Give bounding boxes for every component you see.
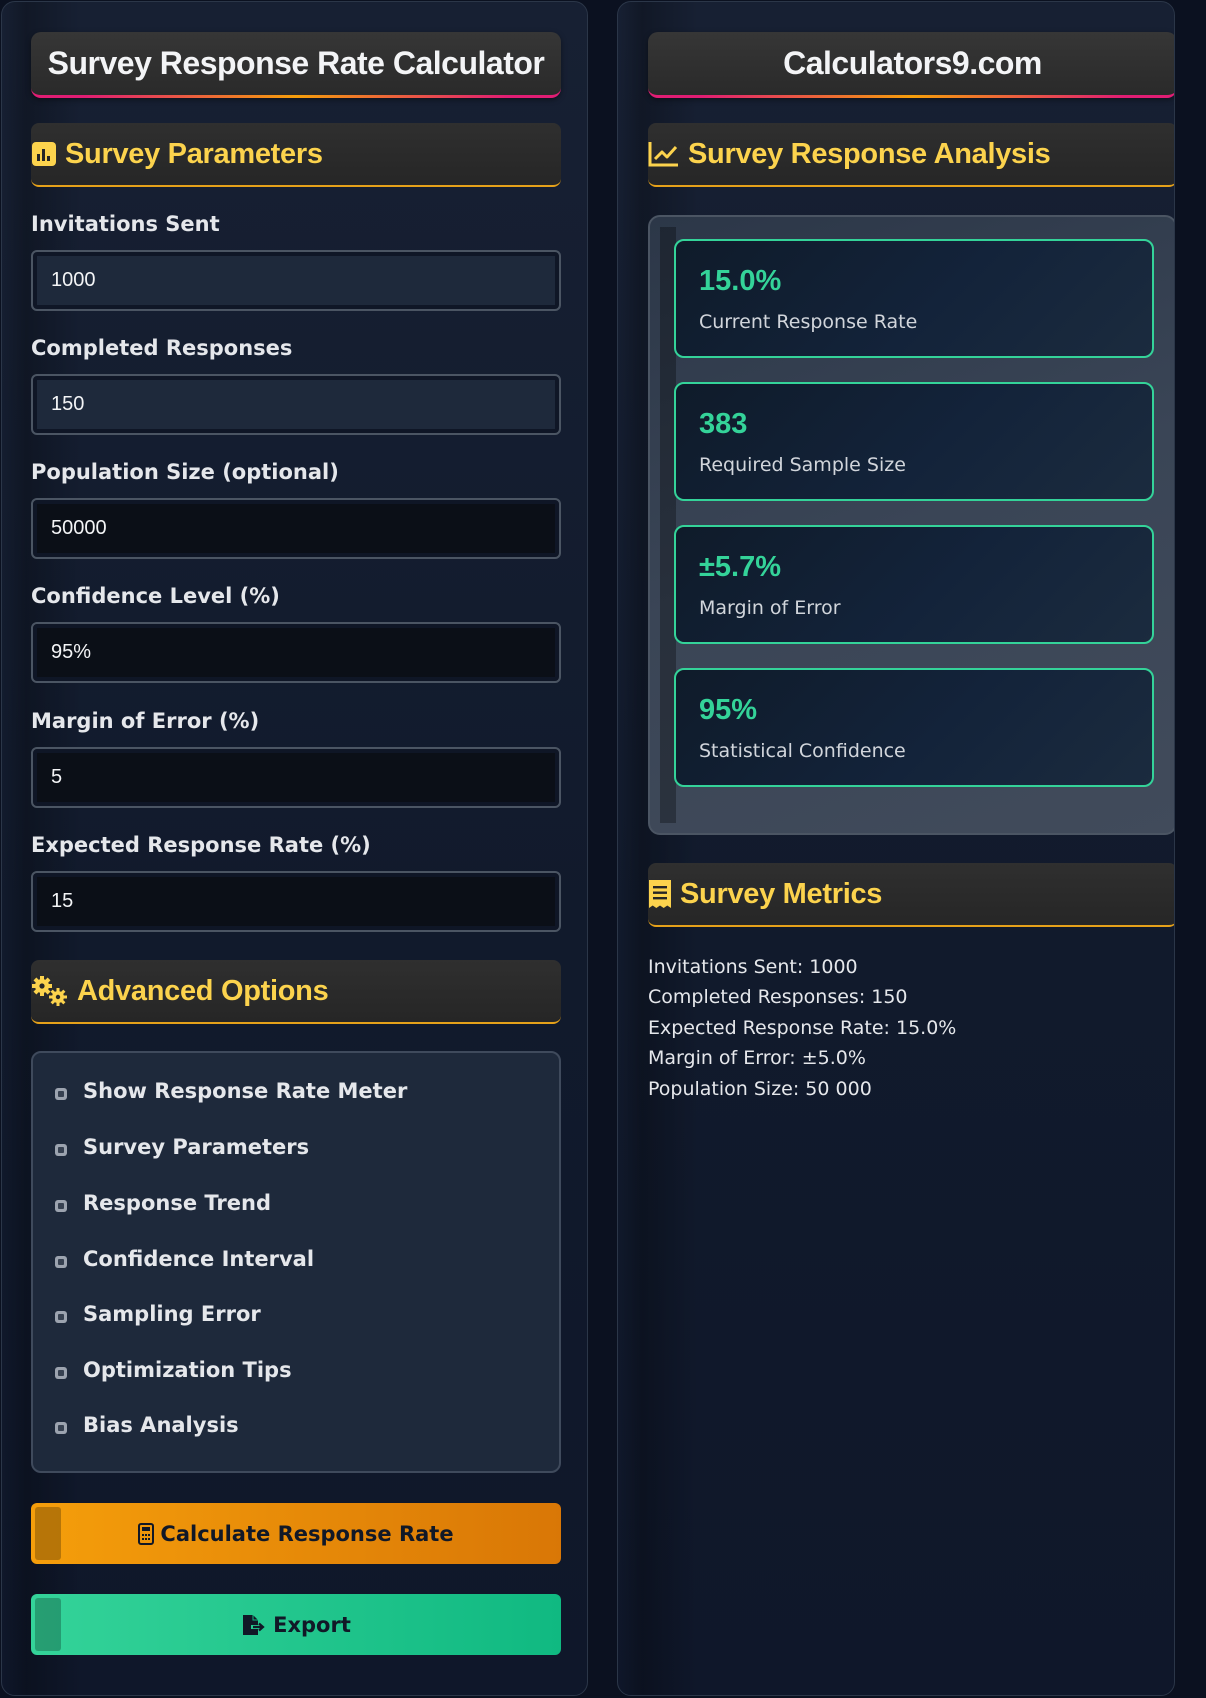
option-bias-analysis[interactable]: Bias Analysis bbox=[55, 1413, 239, 1437]
invitations-sent-label: Invitations Sent bbox=[31, 212, 220, 236]
metric-invitations-sent: Invitations Sent: 1000 bbox=[648, 956, 858, 978]
current-response-rate-caption: Current Response Rate bbox=[699, 311, 918, 333]
export-button[interactable]: Export bbox=[31, 1594, 561, 1655]
export-button-label: Export bbox=[273, 1612, 351, 1637]
invitations-sent-input[interactable]: 1000 bbox=[31, 250, 561, 311]
required-sample-size-value: 383 bbox=[699, 408, 748, 440]
survey-metrics-heading: Survey Metrics bbox=[648, 863, 1174, 927]
survey-metrics-list: Invitations Sent: 1000 Completed Respons… bbox=[648, 952, 956, 1104]
gears-icon bbox=[31, 975, 69, 1007]
calculate-button[interactable]: Calculate Response Rate bbox=[31, 1503, 561, 1564]
checkbox[interactable] bbox=[55, 1256, 67, 1268]
site-title: Calculators9.com bbox=[783, 45, 1042, 81]
completed-responses-label: Completed Responses bbox=[31, 336, 293, 360]
metric-expected-response-rate: Expected Response Rate: 15.0% bbox=[648, 1016, 957, 1039]
margin-of-error-value: ±5.7% bbox=[699, 551, 782, 583]
checkbox[interactable] bbox=[55, 1311, 67, 1323]
advanced-options-list: Show Response Rate Meter Survey Paramete… bbox=[31, 1051, 561, 1473]
results-container: 15.0% Current Response Rate 383 Required… bbox=[648, 215, 1174, 835]
margin-of-error-label: Margin of Error (%) bbox=[31, 709, 260, 733]
option-sampling-error[interactable]: Sampling Error bbox=[55, 1302, 261, 1326]
confidence-level-select[interactable]: 95% bbox=[31, 622, 561, 683]
bar-chart-icon bbox=[31, 141, 57, 167]
survey-response-analysis-heading: Survey Response Analysis bbox=[648, 123, 1174, 187]
confidence-level-label: Confidence Level (%) bbox=[31, 584, 280, 608]
site-title-bar: Calculators9.com bbox=[648, 32, 1174, 98]
option-confidence-interval[interactable]: Confidence Interval bbox=[55, 1247, 314, 1271]
results-panel: Calculators9.com Survey Response Analysi… bbox=[617, 1, 1175, 1696]
expected-response-rate-label: Expected Response Rate (%) bbox=[31, 833, 371, 857]
calculator-panel: Survey Response Rate Calculator Survey P… bbox=[1, 1, 588, 1696]
checkbox[interactable] bbox=[55, 1422, 67, 1434]
checkbox[interactable] bbox=[55, 1144, 67, 1156]
current-response-rate-value: 15.0% bbox=[699, 265, 782, 297]
advanced-options-heading: Advanced Options bbox=[31, 960, 561, 1024]
expected-response-rate-input[interactable]: 15 bbox=[31, 871, 561, 932]
statistical-confidence-card: 95% Statistical Confidence bbox=[674, 668, 1154, 787]
current-response-rate-card: 15.0% Current Response Rate bbox=[674, 239, 1154, 358]
margin-of-error-card: ±5.7% Margin of Error bbox=[674, 525, 1154, 644]
population-size-input[interactable]: 50000 bbox=[31, 498, 561, 559]
calculator-title: Survey Response Rate Calculator bbox=[47, 45, 545, 81]
survey-response-analysis-label: Survey Response Analysis bbox=[688, 137, 1051, 170]
receipt-icon bbox=[648, 879, 672, 909]
metric-population-size: Population Size: 50 000 bbox=[648, 1077, 872, 1100]
margin-of-error-caption: Margin of Error bbox=[699, 597, 841, 619]
survey-parameters-heading: Survey Parameters bbox=[31, 123, 561, 187]
calculator-icon bbox=[138, 1522, 155, 1545]
advanced-options-label: Advanced Options bbox=[77, 974, 329, 1007]
metric-margin-of-error: Margin of Error: ±5.0% bbox=[648, 1047, 866, 1070]
checkbox[interactable] bbox=[55, 1367, 67, 1379]
metric-completed-responses: Completed Responses: 150 bbox=[648, 986, 908, 1009]
checkbox[interactable] bbox=[55, 1088, 67, 1100]
calculator-title-bar: Survey Response Rate Calculator bbox=[31, 32, 561, 98]
option-optimization-tips[interactable]: Optimization Tips bbox=[55, 1358, 292, 1382]
required-sample-size-caption: Required Sample Size bbox=[699, 454, 906, 476]
statistical-confidence-value: 95% bbox=[699, 694, 758, 726]
completed-responses-input[interactable]: 150 bbox=[31, 374, 561, 435]
option-response-trend[interactable]: Response Trend bbox=[55, 1191, 271, 1215]
margin-of-error-input[interactable]: 5 bbox=[31, 747, 561, 808]
survey-parameters-label: Survey Parameters bbox=[65, 137, 323, 170]
statistical-confidence-caption: Statistical Confidence bbox=[699, 740, 906, 762]
option-show-response-rate-meter[interactable]: Show Response Rate Meter bbox=[55, 1079, 407, 1103]
checkbox[interactable] bbox=[55, 1200, 67, 1212]
option-survey-parameters[interactable]: Survey Parameters bbox=[55, 1135, 309, 1159]
survey-metrics-label: Survey Metrics bbox=[680, 877, 883, 910]
population-size-label: Population Size (optional) bbox=[31, 460, 339, 484]
calculate-button-label: Calculate Response Rate bbox=[160, 1521, 454, 1546]
line-chart-icon bbox=[648, 140, 680, 168]
file-export-icon bbox=[241, 1614, 267, 1636]
required-sample-size-card: 383 Required Sample Size bbox=[674, 382, 1154, 501]
